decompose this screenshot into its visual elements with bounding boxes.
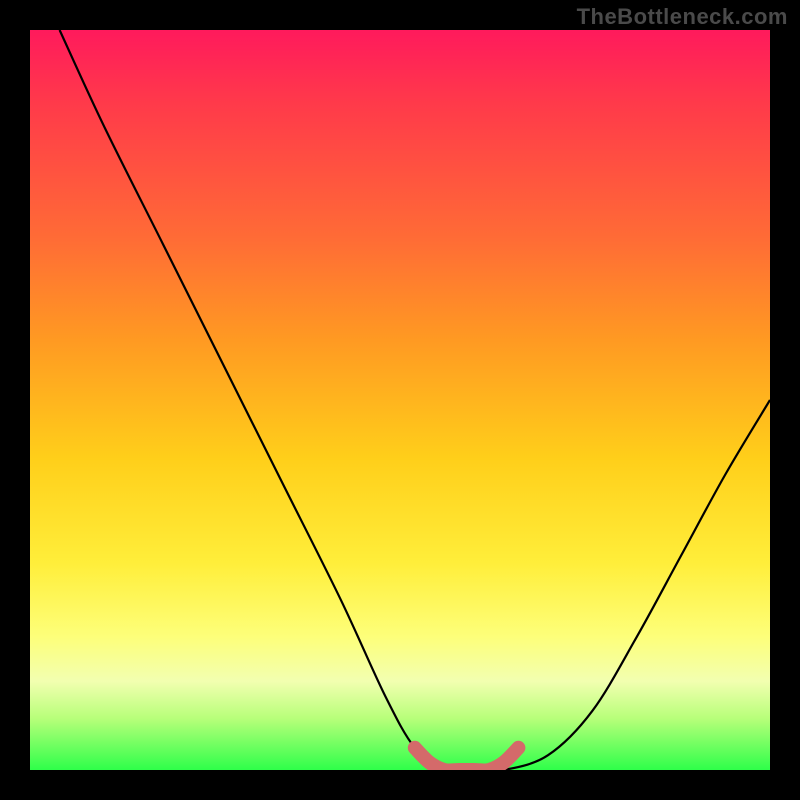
plot-area bbox=[30, 30, 770, 770]
watermark-text: TheBottleneck.com bbox=[577, 4, 788, 30]
bottleneck-curve bbox=[60, 30, 770, 770]
curve-layer bbox=[30, 30, 770, 770]
optimal-band-marker bbox=[415, 748, 519, 770]
chart-frame: TheBottleneck.com bbox=[0, 0, 800, 800]
